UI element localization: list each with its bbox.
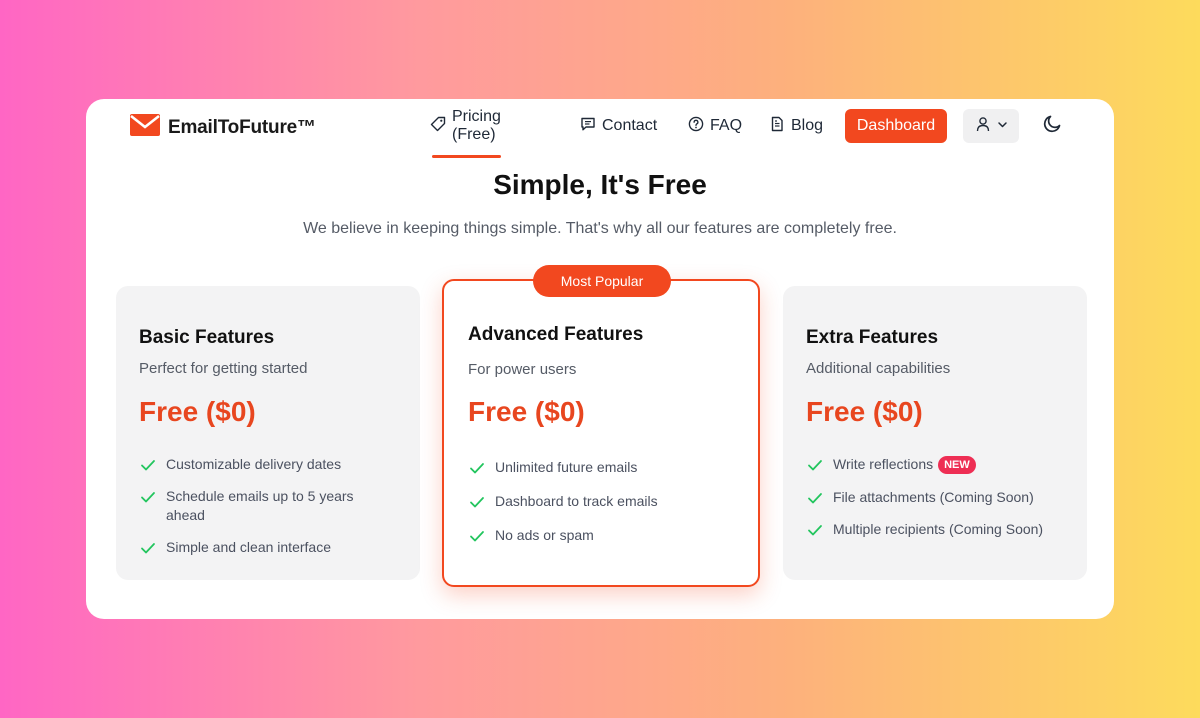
feature-item: Schedule emails up to 5 years ahead (139, 487, 399, 525)
nav-label-pricing: Pricing (Free) (452, 108, 501, 143)
brand-logo[interactable]: EmailToFuture™ (130, 114, 316, 141)
plan-price: Free ($0) (468, 396, 585, 427)
user-menu-button[interactable] (963, 109, 1019, 143)
nav-item-blog[interactable]: Blog (769, 116, 829, 137)
feature-text: File attachments (Coming Soon) (833, 489, 1034, 505)
feature-item: Write reflections NEW (806, 455, 1076, 475)
check-icon (468, 459, 486, 477)
new-badge: NEW (938, 456, 976, 474)
feature-text: Dashboard to track emails (495, 493, 658, 509)
plan-title: Basic Features (139, 327, 275, 348)
feature-text-label: Write reflections (833, 456, 934, 472)
brand-name: EmailToFuture™ (168, 116, 316, 138)
main-card: EmailToFuture™ Pricing (Free) Contact FA… (86, 99, 1114, 619)
feature-item: Dashboard to track emails (468, 492, 738, 511)
feature-text: Multiple recipients (Coming Soon) (833, 521, 1044, 537)
chevron-down-icon (997, 117, 1008, 135)
nav-item-faq[interactable]: FAQ (688, 116, 742, 137)
document-icon (769, 116, 785, 137)
check-icon (806, 489, 824, 507)
check-icon (806, 456, 824, 474)
check-icon (468, 493, 486, 511)
feature-list: Customizable delivery dates Schedule ema… (139, 455, 399, 557)
nav-label-faq: FAQ (710, 117, 743, 134)
envelope-icon (130, 114, 160, 141)
feature-item: Simple and clean interface (139, 538, 399, 557)
check-icon (139, 539, 157, 557)
tag-icon (430, 116, 446, 137)
plan-card-advanced: Most Popular Advanced Features For power… (442, 265, 760, 587)
feature-text: Schedule emails up to 5 years ahead (166, 488, 354, 523)
feature-text: Simple and clean interface (166, 539, 331, 555)
page-subtitle: We believe in keeping things simple. Tha… (303, 220, 897, 237)
feature-text: Write reflections NEW (833, 455, 976, 475)
feature-item: No ads or spam (468, 526, 738, 545)
moon-icon (1042, 113, 1063, 139)
theme-toggle-button[interactable] (1040, 114, 1064, 138)
plan-description: Perfect for getting started (139, 360, 308, 377)
feature-item: File attachments (Coming Soon) (806, 488, 1076, 507)
plan-title: Extra Features (806, 327, 939, 348)
feature-text: No ads or spam (495, 527, 594, 543)
message-square-icon (580, 116, 596, 137)
check-icon (139, 456, 157, 474)
most-popular-badge: Most Popular (533, 265, 671, 297)
plan-description: For power users (468, 361, 577, 378)
check-icon (468, 527, 486, 545)
feature-item: Unlimited future emails (468, 458, 738, 477)
feature-text: Unlimited future emails (495, 459, 638, 475)
plan-price: Free ($0) (139, 396, 256, 427)
plan-title: Advanced Features (468, 324, 644, 345)
nav-label-blog: Blog (791, 117, 824, 134)
dashboard-button[interactable]: Dashboard (845, 109, 947, 143)
feature-text: Customizable delivery dates (166, 456, 342, 472)
page-title: Simple, It's Free (493, 169, 707, 200)
nav-label-contact: Contact (602, 117, 658, 134)
plan-card-basic: Basic Features Perfect for getting start… (116, 286, 420, 580)
feature-list: Unlimited future emails Dashboard to tra… (468, 458, 738, 545)
nav-item-contact[interactable]: Contact (580, 116, 660, 137)
help-circle-icon (688, 116, 704, 137)
plan-description: Additional capabilities (806, 360, 951, 377)
feature-item: Multiple recipients (Coming Soon) (806, 520, 1076, 539)
check-icon (806, 521, 824, 539)
nav-item-pricing[interactable]: Pricing (Free) (430, 108, 501, 158)
plan-price: Free ($0) (806, 396, 923, 427)
feature-item: Customizable delivery dates (139, 455, 399, 474)
plan-card-extra: Extra Features Additional capabilities F… (783, 286, 1087, 580)
check-icon (139, 488, 157, 506)
feature-list: Write reflections NEW File attachments (C… (806, 455, 1076, 539)
user-icon (975, 116, 991, 137)
